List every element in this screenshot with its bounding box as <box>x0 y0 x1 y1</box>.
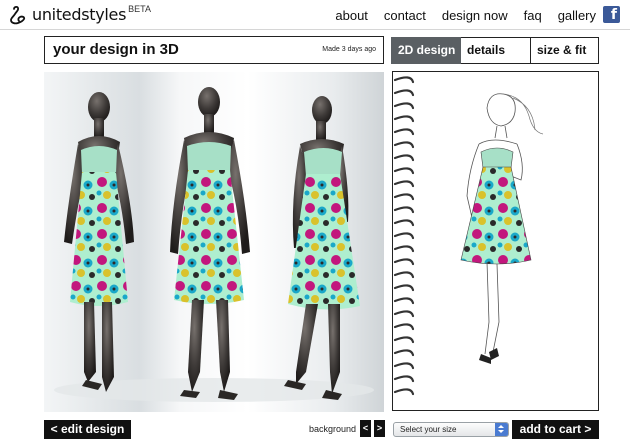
mannequin-center <box>170 87 250 400</box>
tab-2d-design[interactable]: 2D design <box>391 37 461 64</box>
size-select[interactable]: Select your size <box>393 422 509 437</box>
size-select-value: Select your size <box>400 425 457 434</box>
mannequin-right <box>284 96 360 400</box>
tab-details[interactable]: details <box>461 37 531 64</box>
nav-about[interactable]: about <box>335 8 368 23</box>
mannequin-render <box>54 87 374 402</box>
edit-design-button[interactable]: < edit design <box>44 420 131 439</box>
beta-badge: BETA <box>128 4 151 14</box>
nav-faq[interactable]: faq <box>524 8 542 23</box>
nav-gallery[interactable]: gallery <box>558 8 596 23</box>
nav-contact[interactable]: contact <box>384 8 426 23</box>
nav-design-now[interactable]: design now <box>442 8 508 23</box>
sketch-drawing <box>393 76 544 396</box>
tab-size-fit[interactable]: size & fit <box>531 37 599 64</box>
add-to-cart-button[interactable]: add to cart > <box>512 420 599 439</box>
main-nav: about contact design now faq gallery <box>335 8 596 23</box>
logo[interactable]: unitedstyles BETA <box>8 4 151 25</box>
facebook-icon[interactable]: f <box>603 6 620 23</box>
background-prev-button[interactable]: < <box>360 420 371 437</box>
sketchbook-2d-panel <box>392 71 599 411</box>
spiral-binding <box>393 76 415 396</box>
design-3d-header: your design in 3D Made 3 days ago <box>44 36 384 64</box>
design-tabs: 2D design details size & fit <box>391 37 599 64</box>
select-arrows-icon <box>495 423 508 436</box>
fashion-sketch <box>460 93 544 364</box>
page-title: your design in 3D <box>53 41 179 58</box>
made-timestamp: Made 3 days ago <box>322 46 376 53</box>
design-3d-view[interactable] <box>44 72 384 412</box>
mannequin-left <box>64 92 134 392</box>
logo-icon <box>10 6 26 25</box>
logo-text: unitedstyles <box>32 5 127 24</box>
background-next-button[interactable]: > <box>374 420 385 437</box>
top-bar: unitedstyles BETA about contact design n… <box>0 0 630 30</box>
background-label: background <box>309 424 357 434</box>
